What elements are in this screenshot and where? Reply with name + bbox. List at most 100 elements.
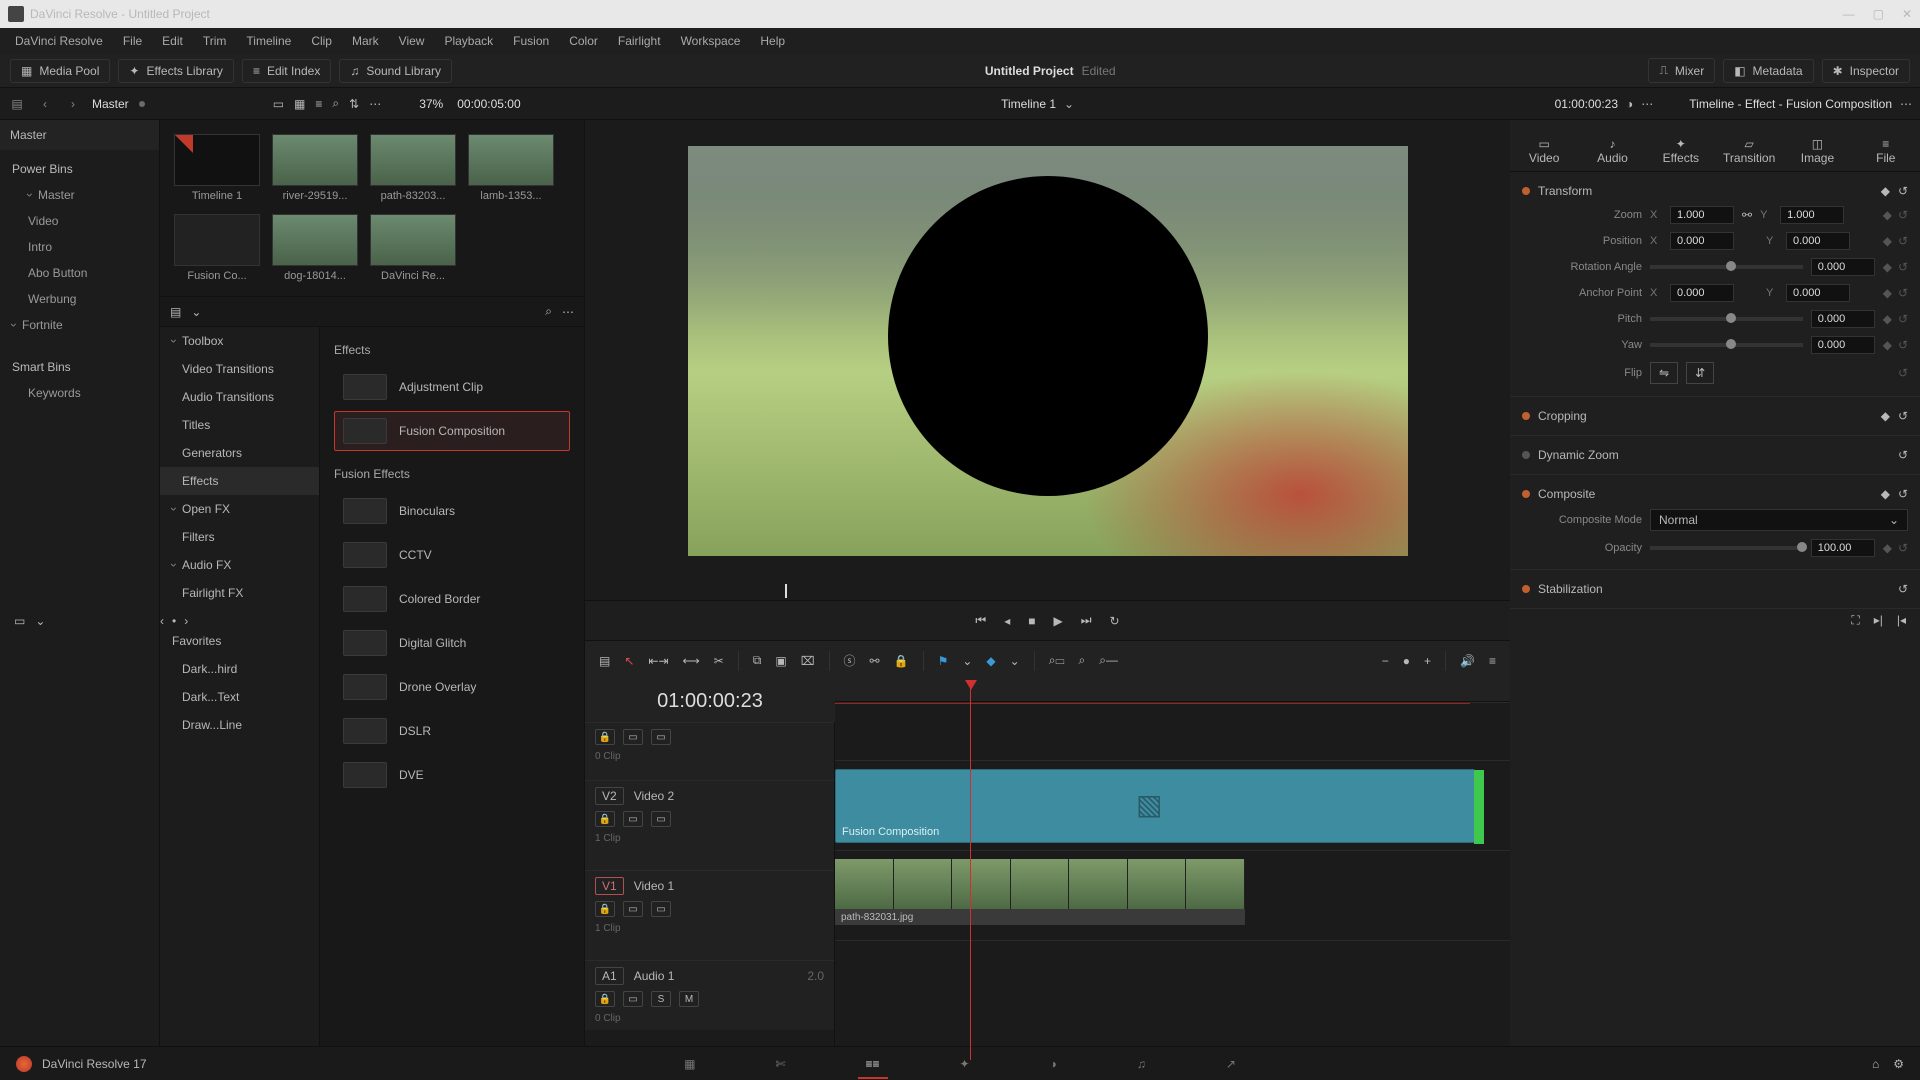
track-v2-tag[interactable]: V2 xyxy=(595,787,624,805)
power-bin-intro[interactable]: Intro xyxy=(0,234,159,260)
timeline-options-icon[interactable]: ≡ xyxy=(1489,654,1496,668)
media-pool-toggle[interactable]: ▦Media Pool xyxy=(10,59,110,83)
tree-titles[interactable]: Titles xyxy=(160,411,319,439)
sort-icon[interactable]: ⇅ xyxy=(349,97,359,111)
goto-first-button[interactable]: ⏮ xyxy=(975,613,986,628)
selection-tool[interactable]: ↖ xyxy=(624,654,634,668)
effect-item[interactable]: Binoculars xyxy=(334,491,570,531)
pos-x-input[interactable] xyxy=(1670,232,1734,250)
track-monitor-icon[interactable]: ▭ xyxy=(651,901,671,917)
media-thumb[interactable]: Timeline 1 xyxy=(174,134,260,202)
lock-icon[interactable]: 🔒 xyxy=(595,729,615,745)
section-enable-dot[interactable] xyxy=(1522,585,1530,593)
menu-clip[interactable]: Clip xyxy=(302,31,341,51)
timeline-lanes[interactable]: ▧ Fusion Composition path-832031.jpg xyxy=(835,680,1510,1060)
power-bin-abo[interactable]: Abo Button xyxy=(0,260,159,286)
keyframe-icon[interactable]: ◆ xyxy=(1883,208,1892,222)
viewer-canvas[interactable] xyxy=(585,120,1510,582)
timeline-name[interactable]: Timeline 1 xyxy=(1001,97,1056,111)
section-dynamic-zoom[interactable]: Dynamic Zoom xyxy=(1538,448,1619,462)
rotation-input[interactable] xyxy=(1811,258,1875,276)
effects-library-toggle[interactable]: ✦Effects Library xyxy=(118,59,234,83)
settings-icon[interactable]: ⚙ xyxy=(1893,1057,1904,1071)
viewer-zoom[interactable]: 37% xyxy=(419,97,443,111)
media-thumb[interactable]: DaVinci Re... xyxy=(370,214,456,282)
menu-timeline[interactable]: Timeline xyxy=(237,31,300,51)
keyframe-icon[interactable]: ◆ xyxy=(1883,260,1892,274)
effect-item[interactable]: Colored Border xyxy=(334,579,570,619)
track-enable-icon[interactable]: ▭ xyxy=(623,811,643,827)
fullscreen-icon[interactable]: ⛶ xyxy=(1851,613,1859,628)
lock-icon[interactable]: 🔒 xyxy=(595,901,615,917)
tree-effects[interactable]: Effects xyxy=(160,467,319,495)
snapping-toggle[interactable]: ⓢ xyxy=(844,652,856,669)
panel-search-icon[interactable]: ⌕ xyxy=(545,304,552,319)
zoom-slider-icon[interactable]: ⌕— xyxy=(1099,653,1118,668)
reset-icon[interactable]: ↺ xyxy=(1898,582,1908,596)
inspector-tab-file[interactable]: ≡File xyxy=(1852,137,1920,171)
menu-edit[interactable]: Edit xyxy=(153,31,192,51)
flag-icon[interactable]: ⚑ xyxy=(938,654,949,668)
track-header-v1[interactable]: V1Video 1 🔒▭▭ 1 Clip xyxy=(585,870,834,960)
page-cut[interactable]: ✄ xyxy=(775,1057,785,1071)
inspector-toggle[interactable]: ✱Inspector xyxy=(1822,59,1910,83)
fav-1[interactable]: Dark...hird xyxy=(160,655,319,683)
zoom-search-icon[interactable]: ⌕ xyxy=(1079,653,1086,668)
page-edit[interactable]: ≡≡ xyxy=(866,1057,880,1071)
view-grid-icon[interactable]: ▦ xyxy=(294,97,305,111)
effect-adjustment-clip[interactable]: Adjustment Clip xyxy=(334,367,570,407)
keyframe-icon[interactable]: ◆ xyxy=(1881,487,1890,501)
section-enable-dot[interactable] xyxy=(1522,187,1530,195)
track-v1-tag[interactable]: V1 xyxy=(595,877,624,895)
yaw-input[interactable] xyxy=(1811,336,1875,354)
more-viewer-icon[interactable]: ⋯ xyxy=(1641,97,1653,111)
flip-h-button[interactable]: ⇋ xyxy=(1650,362,1678,384)
power-bin-video[interactable]: Video xyxy=(0,208,159,234)
link-toggle[interactable]: ⚯ xyxy=(870,654,880,668)
lock-toggle[interactable]: 🔒 xyxy=(894,654,909,668)
reset-icon[interactable]: ↺ xyxy=(1898,366,1908,380)
rotation-slider[interactable] xyxy=(1650,265,1803,269)
effect-item[interactable]: Digital Glitch xyxy=(334,623,570,663)
menu-trim[interactable]: Trim xyxy=(194,31,236,51)
inspector-tab-audio[interactable]: ♪Audio xyxy=(1578,137,1646,171)
audio-monitor-icon[interactable]: 🔊 xyxy=(1460,654,1475,668)
power-bin-fortnite[interactable]: Fortnite xyxy=(0,312,159,338)
match-dot-icon[interactable]: • xyxy=(172,614,176,628)
tree-audiofx[interactable]: Audio FX xyxy=(160,551,319,579)
jump-next-icon[interactable]: ▸| xyxy=(1874,613,1883,628)
lane-a1[interactable] xyxy=(835,940,1510,1010)
viewer-mode-icon[interactable]: ▭ xyxy=(14,614,25,628)
power-bin-master[interactable]: Master xyxy=(0,182,159,208)
panel-dropdown-icon[interactable]: ⌄ xyxy=(191,305,201,319)
loop-button[interactable]: ↻ xyxy=(1110,614,1120,628)
breadcrumb-master[interactable]: Master xyxy=(92,97,129,111)
panel-view-icon[interactable]: ▤ xyxy=(170,305,181,319)
step-back-button[interactable]: ◂ xyxy=(1004,614,1010,628)
reset-icon[interactable]: ↺ xyxy=(1898,448,1908,462)
media-thumb[interactable]: Fusion Co... xyxy=(174,214,260,282)
pitch-input[interactable] xyxy=(1811,310,1875,328)
flip-v-button[interactable]: ⇵ xyxy=(1686,362,1714,384)
nav-back[interactable]: ‹ xyxy=(36,97,54,111)
home-icon[interactable]: ⌂ xyxy=(1872,1057,1879,1071)
mute-button[interactable]: M xyxy=(679,991,699,1007)
play-button[interactable]: ▶ xyxy=(1053,614,1062,628)
page-fusion[interactable]: ✦ xyxy=(960,1057,970,1071)
metadata-toggle[interactable]: ◧Metadata xyxy=(1723,59,1813,83)
composite-mode-select[interactable]: Normal⌄ xyxy=(1650,509,1908,531)
inspector-tab-image[interactable]: ◫Image xyxy=(1783,137,1851,171)
inspector-tab-transition[interactable]: ▱Transition xyxy=(1715,137,1783,171)
inspector-more-icon[interactable]: ⋯ xyxy=(1900,97,1912,111)
bin-view-icon[interactable]: ▤ xyxy=(8,97,26,111)
lock-icon[interactable]: 🔒 xyxy=(595,991,615,1007)
tree-video-transitions[interactable]: Video Transitions xyxy=(160,355,319,383)
opacity-input[interactable] xyxy=(1811,539,1875,557)
track-header-v2[interactable]: V2Video 2 🔒▭▭ 1 Clip xyxy=(585,780,834,870)
view-strip-icon[interactable]: ▭ xyxy=(273,97,284,111)
section-composite[interactable]: Composite xyxy=(1538,487,1595,501)
tree-openfx[interactable]: Open FX xyxy=(160,495,319,523)
match-prev-icon[interactable]: ‹ xyxy=(160,614,164,628)
page-color[interactable]: ◑ xyxy=(1050,1057,1057,1071)
marker-icon[interactable]: ◆ xyxy=(986,654,995,668)
